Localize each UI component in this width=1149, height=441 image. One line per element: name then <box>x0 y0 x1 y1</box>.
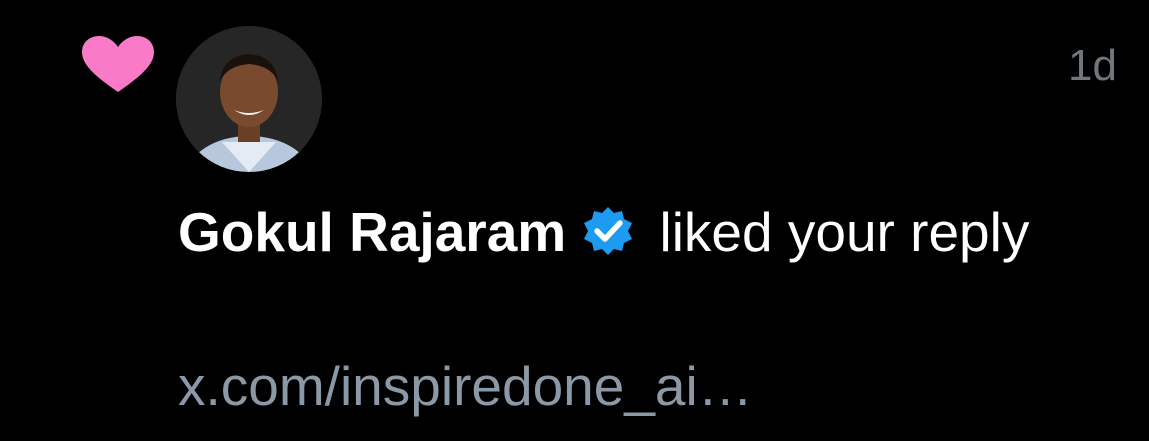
notification-message: Gokul Rajaram liked your reply <box>178 196 1078 269</box>
action-text: liked your reply <box>644 201 1030 263</box>
heart-icon <box>82 36 154 92</box>
avatar-image <box>176 26 322 172</box>
user-name-link[interactable]: Gokul Rajaram <box>178 201 566 263</box>
timestamp: 1d <box>1068 41 1117 90</box>
verified-badge-icon <box>584 207 633 255</box>
reply-preview-link[interactable]: x.com/inspiredone_ai… <box>178 350 753 423</box>
avatar[interactable] <box>176 26 322 172</box>
notification-item[interactable]: 1d Gokul Rajaram liked your reply x.com/… <box>0 0 1149 441</box>
